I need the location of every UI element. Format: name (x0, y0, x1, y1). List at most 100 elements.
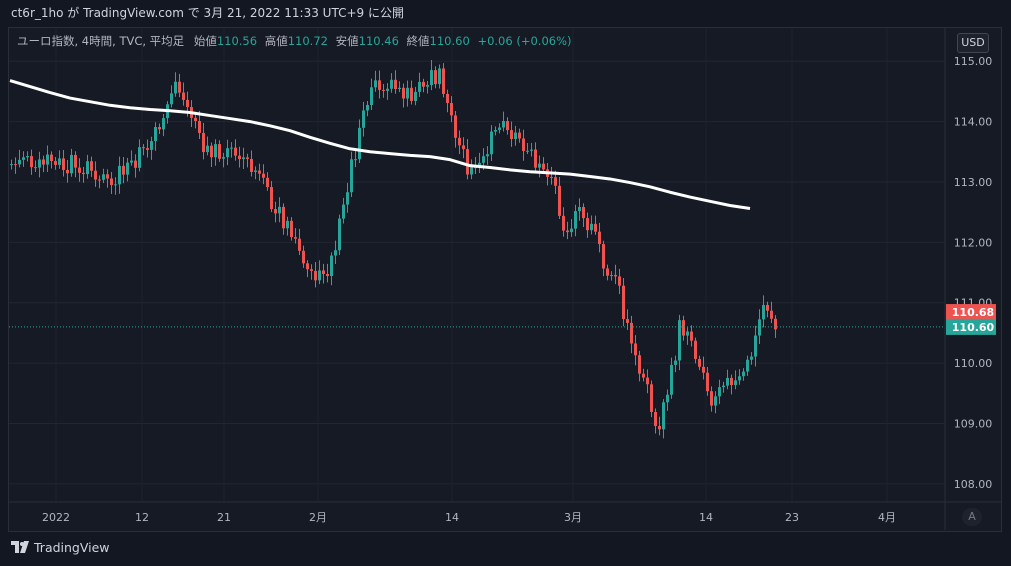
candle-body (410, 87, 413, 101)
candle-body (210, 145, 213, 158)
candle-body (766, 304, 769, 311)
candle-body (706, 372, 709, 392)
candle-body (690, 331, 693, 341)
candle-body (738, 376, 741, 381)
candle-body (722, 385, 725, 388)
x-tick-label: 3月 (564, 511, 582, 524)
candle-body (442, 68, 445, 94)
candle-body (170, 93, 173, 105)
low-value: 110.46 (358, 34, 399, 48)
candle-body (594, 223, 597, 232)
currency-button[interactable]: USD (957, 33, 989, 53)
candle-body (14, 164, 17, 166)
candle-body (382, 89, 385, 91)
candle-body (254, 170, 257, 172)
candle-body (102, 174, 105, 180)
candle-body (398, 87, 401, 90)
candle-body (270, 187, 273, 210)
candle-body (158, 127, 161, 130)
candle-body (66, 169, 69, 174)
candle-body (458, 137, 461, 146)
high-value: 110.72 (287, 34, 328, 48)
auto-scale-button[interactable]: A (962, 508, 982, 526)
candle-body (186, 99, 189, 108)
candle-body (590, 223, 593, 231)
candle-body (494, 129, 497, 132)
candle-body (246, 157, 249, 159)
candle-body (242, 157, 245, 160)
candle-body (598, 231, 601, 245)
candle-body (402, 87, 405, 99)
candle-body (638, 355, 641, 374)
candle-body (50, 154, 53, 162)
candle-body (758, 319, 761, 336)
candle-body (750, 356, 753, 360)
candle-body (390, 79, 393, 89)
candle-body (306, 263, 309, 270)
candle-body (650, 384, 653, 412)
open-value: 110.56 (216, 34, 258, 48)
high-label: 高値 (264, 34, 288, 48)
candle-body (326, 274, 329, 276)
candle-body (466, 149, 469, 175)
candle-body (54, 161, 57, 165)
y-tick-label: 114.00 (954, 116, 993, 129)
y-tick-label: 113.00 (954, 176, 993, 189)
candle-body (174, 81, 177, 94)
candle-body (214, 144, 217, 158)
candle-body (406, 87, 409, 99)
change-value: +0.06 (+0.06%) (477, 34, 572, 48)
candle-body (686, 331, 689, 336)
footer-bar (0, 534, 1011, 566)
candle-body (198, 121, 201, 133)
brand-text: TradingView (34, 540, 110, 555)
candle-body (646, 377, 649, 385)
candle-body (162, 118, 165, 130)
y-tick-label: 115.00 (954, 55, 993, 68)
candle-body (278, 206, 281, 214)
candle-body (626, 319, 629, 323)
candle-body (414, 91, 417, 101)
candle-body (378, 80, 381, 90)
candlestick-chart[interactable]: 108.00109.00110.00111.00112.00113.00114.… (0, 0, 1011, 566)
candle-body (206, 145, 209, 153)
candle-body (714, 396, 717, 406)
tradingview-brand: TradingView (11, 540, 110, 555)
candle-body (302, 250, 305, 264)
candle-body (290, 220, 293, 238)
candle-body (386, 88, 389, 91)
candle-body (746, 359, 749, 372)
candle-body (734, 380, 737, 386)
legend-symbol: ユーロ指数, 4時間, TVC, 平均足 (17, 34, 185, 48)
candle-body (586, 218, 589, 231)
candle-body (78, 167, 81, 173)
candle-body (726, 377, 729, 386)
candle-body (126, 162, 129, 175)
candle-body (570, 228, 573, 233)
candle-body (422, 81, 425, 87)
candle-body (418, 81, 421, 92)
candle-body (694, 340, 697, 359)
candle-body (554, 177, 557, 186)
candle-body (118, 165, 121, 185)
candle-body (582, 207, 585, 219)
candle-body (114, 184, 117, 186)
candle-body (366, 104, 369, 111)
candle-body (770, 310, 773, 319)
low-label: 安値 (335, 34, 359, 48)
candle-body (654, 411, 657, 427)
candle-body (138, 147, 141, 168)
candle-body (742, 371, 745, 377)
candle-body (730, 377, 733, 386)
candle-body (462, 145, 465, 150)
candle-body (350, 159, 353, 193)
candle-body (762, 304, 765, 320)
price-label: 110.60 (952, 321, 995, 334)
candle-body (710, 391, 713, 406)
moving-average-line (9, 79, 751, 211)
candle-body (314, 270, 317, 281)
candle-body (754, 335, 757, 357)
candle-body (470, 167, 473, 175)
candle-body (18, 159, 21, 165)
y-tick-label: 109.00 (954, 418, 993, 431)
